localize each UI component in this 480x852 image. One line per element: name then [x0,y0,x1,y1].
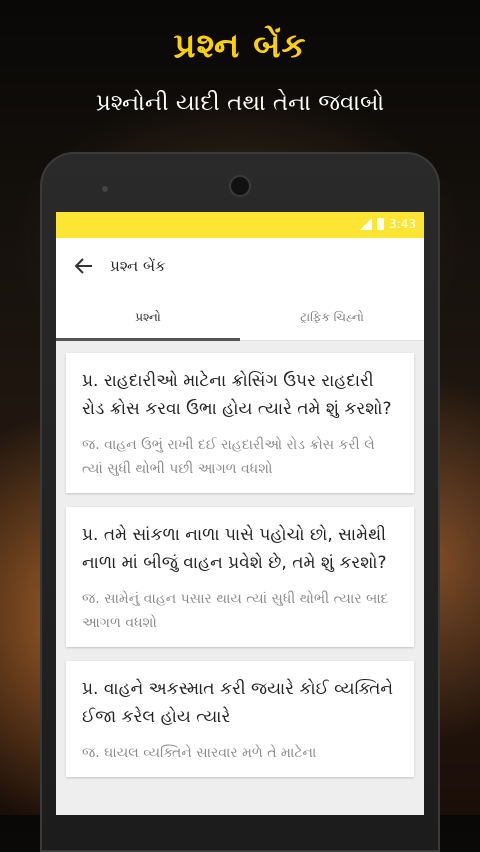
answer-text: જ. સામેનું વાહન પસાર થાય ત્યાં સુધી થોભી… [82,591,389,631]
question-text: પ્ર. તમે સાંકળા નાળા પાસે પહોચો છો, સામે… [82,525,387,573]
question-text: પ્ર. રાહદારીઓ માટેના ક્રોસિંગ ઉપર રાહદાર… [82,371,392,419]
app-screen: 3:43 પ્રશ્ન બેંક પ્રશ્નો ટ્રાફિક ચિહ્નો … [56,212,424,815]
question-text: પ્ર. વાહને અકસ્માત કરી જયારે કોઈ વ્યક્તિ… [82,679,394,727]
promo-title: પ્રશ્ન બેંક [173,26,307,66]
question-list: પ્ર. રાહદારીઓ માટેના ક્રોસિંગ ઉપર રાહદાર… [56,341,424,777]
answer-text: જ. ઘાયલ વ્યક્તિને સારવાર મળે તે માટેના [82,745,317,761]
back-button[interactable] [56,238,112,294]
tab-bar: પ્રશ્નો ટ્રાફિક ચિહ્નો [56,294,424,341]
arrow-left-icon [74,258,92,274]
phone-camera [231,177,249,195]
signal-icon [360,218,373,230]
promo-subtitle: પ્રશ્નોની યાદી તથા તેના જવાબો [95,90,385,116]
answer-text: જ. વાહન ઉભું રાખી દઈ રાહદારીઓ રોડ ક્રોસ … [82,437,375,477]
tab-traffic-signs[interactable]: ટ્રાફિક ચિહ્નો [240,294,424,340]
tab-questions[interactable]: પ્રશ્નો [56,294,240,341]
battery-icon [377,218,385,230]
app-title: પ્રશ્ન બેંક [110,257,166,275]
status-time: 3:43 [389,217,416,231]
question-card[interactable]: પ્ર. તમે સાંકળા નાળા પાસે પહોચો છો, સામે… [66,507,414,647]
phone-sensor [102,186,108,192]
question-card[interactable]: પ્ર. વાહને અકસ્માત કરી જયારે કોઈ વ્યક્તિ… [66,661,414,777]
question-card[interactable]: પ્ર. રાહદારીઓ માટેના ક્રોસિંગ ઉપર રાહદાર… [66,353,414,493]
app-bar: પ્રશ્ન બેંક [56,238,424,294]
status-bar: 3:43 [56,212,424,238]
